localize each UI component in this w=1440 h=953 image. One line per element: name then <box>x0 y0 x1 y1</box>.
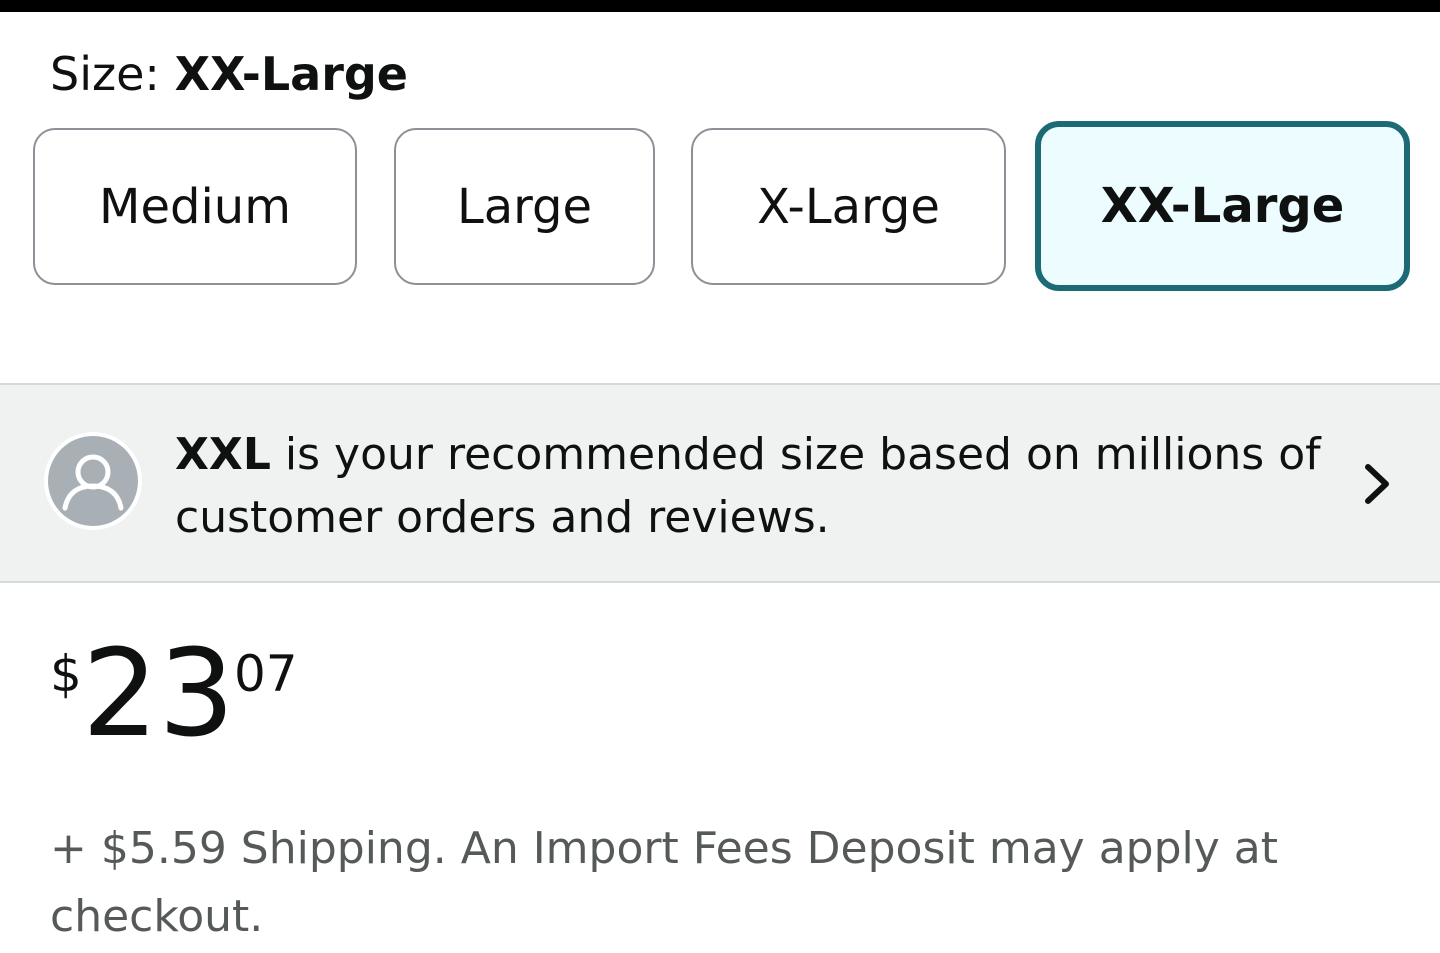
size-option-large[interactable]: Large <box>394 128 655 285</box>
top-bar <box>0 0 1440 12</box>
person-silhouette-icon <box>62 454 124 511</box>
selected-size-value: XX-Large <box>174 47 408 101</box>
size-heading: Size: XX-Large <box>50 44 408 104</box>
size-option-x-large[interactable]: X-Large <box>691 128 1006 285</box>
size-recommendation-banner[interactable]: XXL is your recommended size based on mi… <box>0 383 1440 583</box>
size-option-label: Medium <box>99 178 291 235</box>
price-fraction: 07 <box>234 645 298 703</box>
recommendation-message: is your recommended size based on millio… <box>175 429 1321 543</box>
recommended-size: XXL <box>175 429 271 480</box>
size-option-medium[interactable]: Medium <box>33 128 357 285</box>
size-option-label: XX-Large <box>1100 178 1345 234</box>
size-option-xx-large[interactable]: XX-Large <box>1035 121 1410 291</box>
chevron-right-icon[interactable] <box>1358 461 1398 507</box>
size-option-label: X-Large <box>757 178 940 235</box>
size-option-label: Large <box>456 178 593 235</box>
shipping-info: + $5.59 Shipping. An Import Fees Deposit… <box>50 823 1278 942</box>
user-avatar-icon <box>44 432 142 530</box>
size-label: Size: <box>50 47 160 101</box>
recommendation-text: XXL is your recommended size based on mi… <box>175 423 1325 549</box>
price-symbol: $ <box>50 645 82 703</box>
price-whole: 23 <box>82 625 235 764</box>
